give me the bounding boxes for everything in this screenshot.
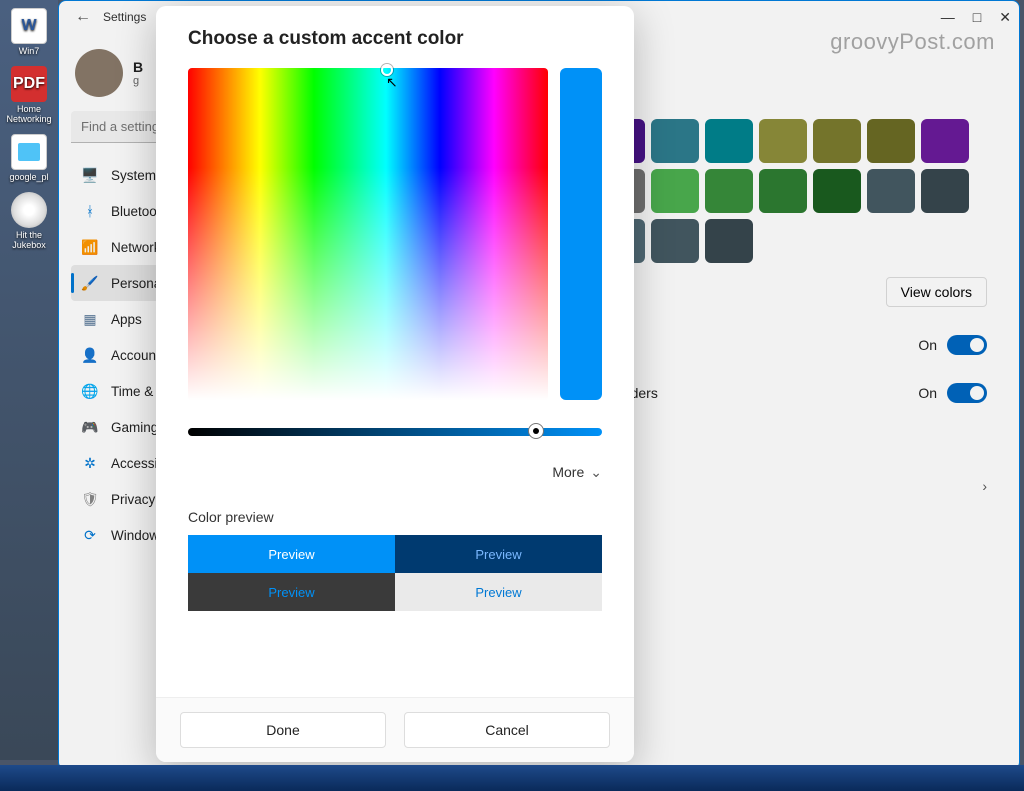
preview-dark-bg: Preview — [188, 573, 395, 611]
done-button[interactable]: Done — [180, 712, 386, 748]
color-swatch[interactable] — [921, 119, 969, 163]
sidebar-item-label: Gaming — [111, 420, 158, 435]
preview-dark-accent: Preview — [395, 535, 602, 573]
color-swatch[interactable] — [813, 169, 861, 213]
color-swatch[interactable] — [921, 169, 969, 213]
color-swatch[interactable] — [705, 169, 753, 213]
color-swatch[interactable] — [651, 169, 699, 213]
avatar — [75, 49, 123, 97]
update-icon: ⟳ — [81, 526, 99, 544]
toggle-value: On — [918, 337, 937, 353]
preview-light-bg: Preview — [395, 573, 602, 611]
docx-icon: W — [11, 8, 47, 44]
privacy-icon: 🛡 — [81, 490, 99, 508]
color-swatch[interactable] — [705, 119, 753, 163]
sidebar-item-label: Apps — [111, 312, 142, 327]
slider-thumb[interactable] — [528, 423, 544, 439]
color-swatch[interactable] — [867, 119, 915, 163]
color-swatch[interactable] — [651, 219, 699, 263]
preview-grid: Preview Preview Preview Preview — [188, 535, 602, 611]
desktop: WWin7 PDFHome Networking google_pl Hit t… — [0, 0, 58, 760]
close-button[interactable]: ✕ — [999, 9, 1011, 26]
taskbar[interactable] — [0, 765, 1024, 791]
desktop-icon[interactable]: google_pl — [4, 134, 54, 182]
value-slider[interactable] — [188, 428, 602, 436]
system-icon: 🖥️ — [81, 166, 99, 184]
color-swatch[interactable] — [867, 169, 915, 213]
network-icon: 📶 — [81, 238, 99, 256]
bluetooth-icon: ᚼ — [81, 202, 99, 220]
color-swatch[interactable] — [759, 119, 807, 163]
cursor-icon: ↖ — [386, 74, 398, 91]
apps-icon: ▦ — [81, 310, 99, 328]
toggle-start-taskbar[interactable] — [947, 335, 987, 355]
view-colors-button[interactable]: View colors — [886, 277, 987, 307]
minimize-button[interactable]: — — [941, 9, 955, 26]
profile-email: g — [133, 75, 143, 87]
accounts-icon: 👤 — [81, 346, 99, 364]
cancel-button[interactable]: Cancel — [404, 712, 610, 748]
modal-title: Choose a custom accent color — [188, 28, 602, 50]
color-field[interactable]: ↖ — [188, 68, 548, 400]
desktop-icon[interactable]: PDFHome Networking — [4, 66, 54, 124]
maximize-button[interactable]: □ — [973, 9, 981, 26]
color-swatch[interactable] — [759, 169, 807, 213]
current-color-strip — [560, 68, 602, 400]
color-picker-modal: Choose a custom accent color ↖ More⌄ Col… — [156, 6, 634, 762]
disc-icon — [11, 192, 47, 228]
back-button[interactable]: ← — [67, 4, 99, 30]
color-swatch[interactable] — [651, 119, 699, 163]
profile-name: B — [133, 59, 143, 75]
desktop-icon[interactable]: WWin7 — [4, 8, 54, 56]
color-swatch[interactable] — [705, 219, 753, 263]
gaming-icon: 🎮 — [81, 418, 99, 436]
time-icon: 🌐 — [81, 382, 99, 400]
sidebar-item-label: System — [111, 168, 156, 183]
chevron-down-icon: ⌄ — [590, 464, 602, 480]
preview-light-accent: Preview — [188, 535, 395, 573]
personalization-icon: 🖌️ — [81, 274, 99, 292]
pdf-icon: PDF — [11, 66, 47, 102]
color-swatch[interactable] — [813, 119, 861, 163]
desktop-icon[interactable]: Hit the Jukebox — [4, 192, 54, 250]
preview-label: Color preview — [188, 509, 602, 525]
image-icon — [11, 134, 47, 170]
chevron-right-icon: › — [982, 478, 987, 494]
toggle-value: On — [918, 385, 937, 401]
accessibility-icon: ✲ — [81, 454, 99, 472]
toggle-title-borders[interactable] — [947, 383, 987, 403]
more-toggle[interactable]: More⌄ — [188, 464, 602, 481]
